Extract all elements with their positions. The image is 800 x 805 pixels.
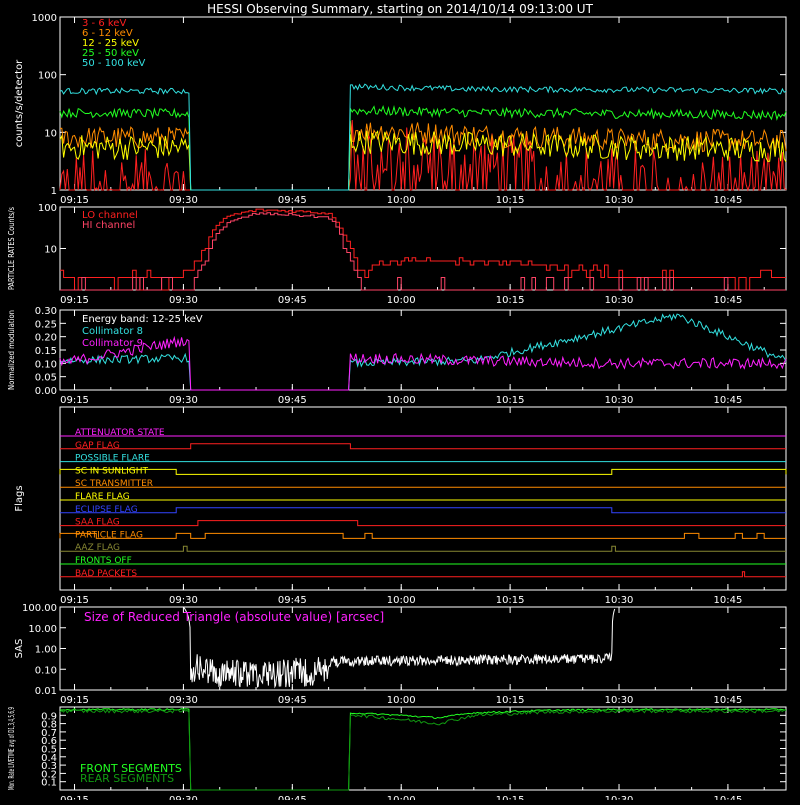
x-tick-label: 10:00: [387, 395, 416, 406]
figure-title: HESSI Observing Summary, starting on 201…: [207, 2, 593, 16]
x-tick-label: 09:45: [278, 295, 307, 306]
x-tick-label: 09:15: [60, 695, 89, 706]
legend-title: Energy band: 12-25 keV: [82, 314, 203, 325]
y-axis-label: Normalized modulation: [7, 310, 16, 390]
y-axis-label-text: Normalized modulation: [7, 310, 16, 390]
x-tick-label: 09:45: [278, 395, 307, 406]
y-axis-label-text: SAS: [14, 639, 25, 659]
x-tick-label: 09:15: [60, 795, 89, 800]
y-tick-label: 10: [44, 128, 57, 139]
flag-label: BAD PACKETS: [75, 569, 137, 579]
y-axis-label-text: Flags: [14, 485, 25, 511]
flag-label: FLARE FLAG: [75, 492, 130, 502]
x-tick-label: 10:15: [496, 795, 525, 800]
y-tick-label: 100: [38, 203, 57, 214]
flag-label: FRONTS OFF: [75, 556, 132, 566]
y-axis-label-text: PARTICLE RATES Counts/s: [7, 207, 16, 290]
flag-label: POSSIBLE FLARE: [75, 454, 150, 464]
x-tick-label: 10:15: [496, 295, 525, 306]
x-tick-label: 10:45: [714, 595, 743, 606]
flag-label: SAA FLAG: [75, 518, 120, 528]
x-tick-label: 09:30: [169, 595, 198, 606]
x-tick-label: 10:00: [387, 695, 416, 706]
flag-label: ATTENUATOR STATE: [75, 428, 165, 438]
y-axis-label: PARTICLE RATES Counts/s: [7, 207, 16, 290]
x-tick-label: 09:15: [60, 395, 89, 406]
x-tick-label: 09:30: [169, 395, 198, 406]
x-tick-label: 09:30: [169, 195, 198, 206]
y-tick-label: 1.00: [35, 645, 57, 656]
x-tick-label: 10:30: [605, 795, 634, 800]
x-tick-label: 10:15: [496, 595, 525, 606]
x-tick-label: 10:15: [496, 395, 525, 406]
y-axis-label: SAS: [14, 639, 25, 659]
y-tick-label: 100: [38, 71, 57, 82]
flag-label: AAZ FLAG: [75, 543, 120, 553]
hessi-summary-figure: HESSI Observing Summary, starting on 201…: [0, 0, 800, 805]
x-tick-label: 10:00: [387, 295, 416, 306]
x-tick-label: 10:30: [605, 595, 634, 606]
x-tick-label: 10:45: [714, 795, 743, 800]
legend-entry: REAR SEGMENTS: [80, 772, 174, 785]
flag-label: GAP FLAG: [75, 441, 120, 451]
flag-label: PARTICLE FLAG: [75, 530, 143, 540]
y-tick-label: 0.15: [35, 346, 57, 357]
x-tick-label: 10:30: [605, 395, 634, 406]
x-tick-label: 10:30: [605, 295, 634, 306]
x-tick-label: 10:30: [605, 695, 634, 706]
flag-label: SC TRANSMITTER: [75, 479, 153, 489]
y-tick-label: 0.00: [35, 386, 57, 397]
y-tick-label: 0.25: [35, 319, 57, 330]
x-tick-label: 09:15: [60, 195, 89, 206]
figure-canvas: HESSI Observing Summary, starting on 201…: [0, 0, 800, 805]
y-tick-label: 0.01: [35, 686, 57, 697]
legend-entry: HI channel: [82, 220, 135, 231]
x-tick-label: 09:45: [278, 795, 307, 800]
x-tick-label: 10:45: [714, 695, 743, 706]
y-axis-label: Flags: [14, 485, 25, 511]
legend-entry: Collimator 8: [82, 326, 143, 337]
x-tick-label: 10:45: [714, 295, 743, 306]
x-tick-label: 09:45: [278, 595, 307, 606]
y-axis-label-text: Mon. Rate LIVETIME avg of D1,3,4,5,6,9: [7, 707, 16, 790]
flag-label: SC IN SUNLIGHT: [75, 466, 149, 476]
y-tick-label: 100.00: [22, 603, 57, 614]
y-axis-label-text: counts/s/detector: [14, 59, 25, 147]
y-axis-label: Mon. Rate LIVETIME avg of D1,3,4,5,6,9: [7, 707, 16, 790]
y-tick-label: 0.05: [35, 373, 57, 384]
y-tick-label: 1000: [32, 13, 57, 24]
legend-entry: 50 - 100 keV: [82, 58, 146, 69]
x-tick-label: 10:15: [496, 695, 525, 706]
x-tick-label: 09:45: [278, 195, 307, 206]
x-tick-label: 09:15: [60, 595, 89, 606]
y-tick-label: 0.10: [35, 359, 57, 370]
x-tick-label: 10:30: [605, 195, 634, 206]
y-tick-label: 0.30: [35, 306, 57, 317]
x-tick-label: 10:00: [387, 795, 416, 800]
x-tick-label: 10:45: [714, 195, 743, 206]
x-tick-label: 09:45: [278, 695, 307, 706]
x-tick-label: 09:30: [169, 295, 198, 306]
y-tick-label: 0.20: [35, 333, 57, 344]
y-tick-label: 10.00: [28, 624, 57, 635]
y-tick-label: 1: [51, 186, 57, 197]
x-tick-label: 10:00: [387, 195, 416, 206]
legend-entry: Collimator 9: [82, 338, 143, 349]
flag-label: ECLIPSE FLAG: [75, 505, 138, 515]
panel-title: Size of Reduced Triangle (absolute value…: [84, 610, 384, 624]
x-tick-label: 09:30: [169, 795, 198, 800]
x-tick-label: 10:15: [496, 195, 525, 206]
y-axis-label: counts/s/detector: [14, 59, 25, 147]
y-tick-label: 10: [44, 245, 57, 256]
x-tick-label: 10:45: [714, 395, 743, 406]
y-tick-label: 0.9: [41, 711, 57, 722]
y-tick-label: 0.10: [35, 665, 57, 676]
x-tick-label: 09:15: [60, 295, 89, 306]
x-tick-label: 09:30: [169, 695, 198, 706]
x-tick-label: 10:00: [387, 595, 416, 606]
